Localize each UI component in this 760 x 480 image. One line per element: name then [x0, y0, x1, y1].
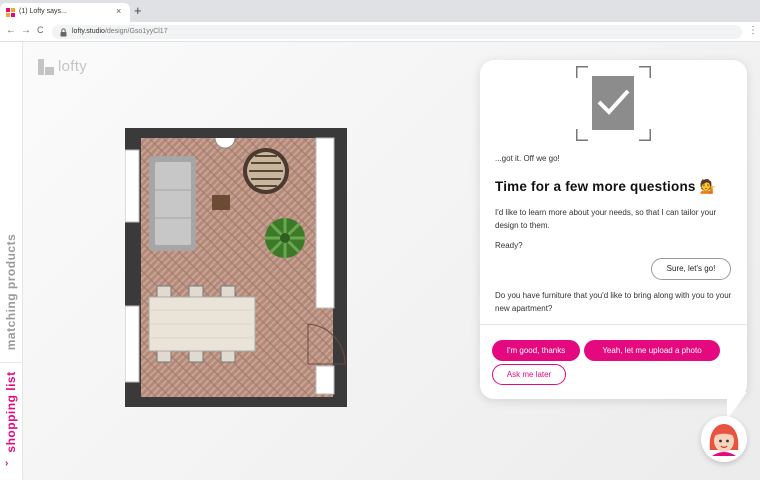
- option-ask-later-button[interactable]: Ask me later: [492, 364, 566, 385]
- checkmark-icon: [576, 66, 651, 141]
- sidebar-divider: [0, 362, 23, 363]
- url-text: lofty.studio/design/Gso1yyCl17: [72, 28, 168, 35]
- logo-wordmark: lofty: [58, 58, 88, 75]
- reply-sure-button[interactable]: Sure, let's go!: [651, 258, 731, 280]
- browser-tab[interactable]: (1) Lofty says... ×: [0, 3, 130, 22]
- chat-heading: Time for a few more questions 💁: [495, 179, 717, 194]
- option-upload-photo-button[interactable]: Yeah, let me upload a photo: [584, 340, 720, 361]
- address-bar[interactable]: lofty.studio/design/Gso1yyCl17: [52, 25, 742, 39]
- browser-toolbar: ← → C lofty.studio/design/Gso1yyCl17 ⋮: [0, 22, 760, 42]
- chevron-right-icon[interactable]: ›: [5, 458, 8, 469]
- sidebar: matching products shopping list ›: [0, 42, 23, 480]
- plant: [265, 218, 305, 258]
- url-host: lofty.studio: [72, 28, 105, 35]
- chat-message-intro: I'd like to learn more about your needs,…: [495, 208, 717, 230]
- lock-icon: [60, 28, 67, 37]
- window-top-right: [315, 137, 335, 309]
- chat-panel: ...got it. Off we go! Time for a few mor…: [480, 60, 747, 399]
- browser-menu-icon[interactable]: ⋮: [748, 25, 758, 36]
- browser-tab-bar: (1) Lofty says... × +: [0, 0, 760, 22]
- chat-message-ready: Ready?: [495, 241, 523, 250]
- panel-divider: [480, 324, 747, 325]
- sidebar-tab-matching-products[interactable]: matching products: [4, 234, 18, 351]
- page: matching products shopping list › lofty: [0, 42, 760, 480]
- sidebar-tab-shopping-list[interactable]: shopping list: [4, 371, 18, 452]
- lofty-logo-icon: [38, 59, 54, 75]
- url-path: /design/Gso1yyCl17: [104, 28, 168, 35]
- floor-plan[interactable]: [125, 128, 347, 407]
- chat-message-ack: ...got it. Off we go!: [495, 154, 560, 163]
- back-icon[interactable]: ←: [6, 25, 16, 36]
- window-left-top: [125, 149, 140, 223]
- dining-table: [148, 285, 256, 363]
- tab-title: (1) Lofty says...: [19, 8, 67, 15]
- window-left-bottom: [125, 305, 140, 383]
- lofty-favicon-icon: [6, 8, 15, 17]
- reload-icon[interactable]: C: [37, 25, 44, 35]
- window-bottom-right: [315, 365, 335, 395]
- chat-message-question: Do you have furniture that you'd like to…: [495, 291, 732, 313]
- sofa: [149, 156, 196, 251]
- forward-icon[interactable]: →: [21, 25, 31, 36]
- new-tab-button[interactable]: +: [134, 3, 142, 18]
- side-table: [212, 195, 230, 210]
- close-tab-icon[interactable]: ×: [116, 6, 121, 16]
- option-good-button[interactable]: I'm good, thanks: [492, 340, 580, 361]
- assistant-avatar-icon[interactable]: [701, 416, 747, 462]
- round-rug: [243, 148, 289, 194]
